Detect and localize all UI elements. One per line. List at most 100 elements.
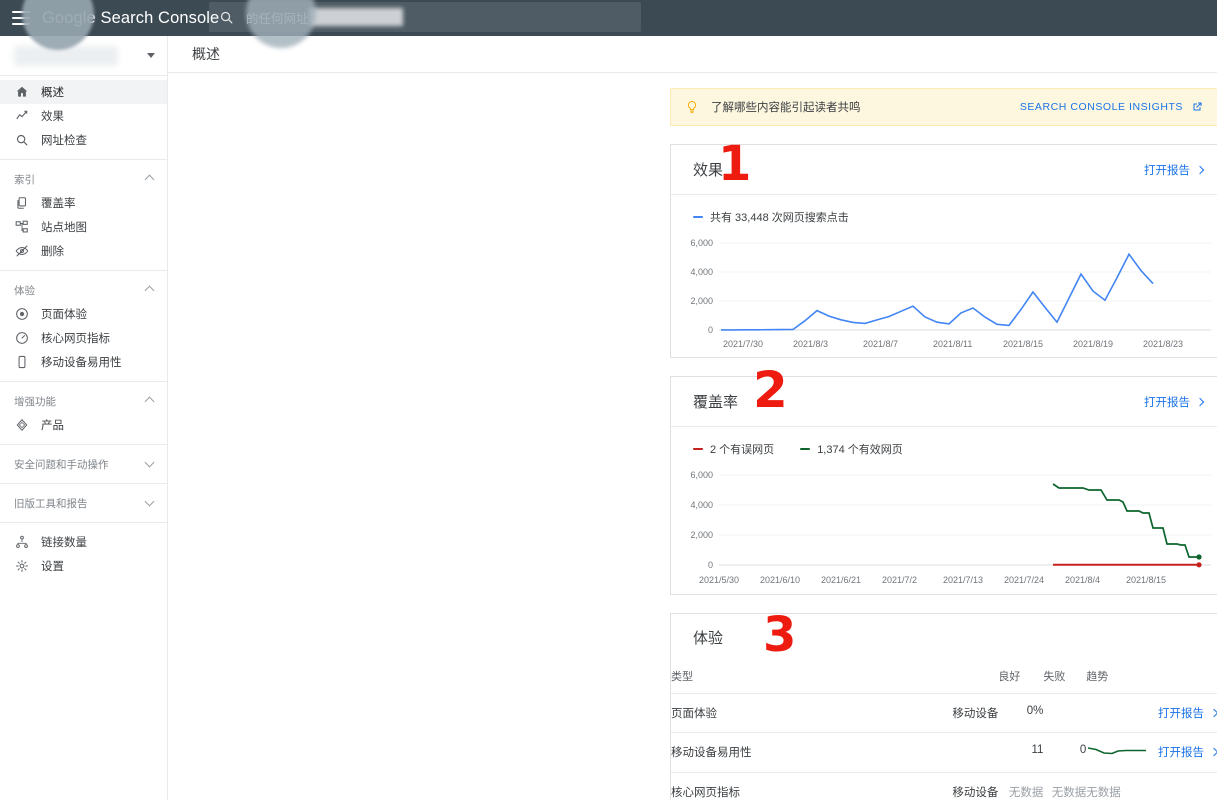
col-action [1158, 660, 1217, 694]
sidebar-group-label: 体验 [14, 284, 35, 297]
performance-card: 效果 打开报告 共有 33,448 次网页搜索点击 6,000 4,000 2,… [670, 144, 1217, 358]
cell-device: 移动设备 桌面 [923, 773, 998, 800]
sidebar-divider [0, 444, 167, 445]
hamburger-icon[interactable] [12, 11, 30, 25]
sidebar-item-removals[interactable]: 删除 [0, 239, 167, 263]
links-icon [14, 534, 30, 550]
mobile-usability-sparkline [1088, 747, 1147, 755]
svg-text:2021/8/15: 2021/8/15 [1126, 575, 1166, 585]
cell-trend [1086, 693, 1158, 733]
chevron-up-icon [144, 174, 155, 185]
cell-action: 打开报告 [1158, 732, 1217, 773]
open-report-label: 打开报告 [1158, 708, 1204, 720]
svg-text:2021/8/15: 2021/8/15 [1003, 339, 1043, 349]
sidebar-item-products[interactable]: 产品 [0, 413, 167, 437]
svg-text:2021/7/13: 2021/7/13 [943, 575, 983, 585]
legend-valid-pages[interactable]: 1,374 个有效网页 [800, 441, 903, 457]
chevron-right-icon [1209, 747, 1217, 757]
cell-fail [1043, 693, 1087, 733]
gear-icon [14, 558, 30, 574]
search-console-insights-link[interactable]: SEARCH CONSOLE INSIGHTS [1020, 101, 1203, 113]
cell-trend-mobile: 无数据 [1086, 787, 1121, 799]
app-brand: Google Search Console [42, 9, 219, 28]
sidebar-divider [0, 522, 167, 523]
top-app-bar: Google Search Console 的任何网址 [0, 0, 1217, 36]
legend-error-pages[interactable]: 2 个有误网页 [693, 441, 774, 457]
open-report-label: 打开报告 [1144, 164, 1190, 177]
svg-text:4,000: 4,000 [690, 267, 713, 277]
redaction-overlay-property [14, 45, 118, 66]
cell-fail-mobile: 无数据 [1051, 787, 1087, 799]
svg-text:2021/6/21: 2021/6/21 [821, 575, 861, 585]
sidebar-item-url-inspection[interactable]: 网址检查 [0, 128, 167, 152]
svg-text:4,000: 4,000 [690, 500, 713, 510]
sidebar-item-core-web-vitals[interactable]: 核心网页指标 [0, 326, 167, 350]
cell-fail: 无数据 无数据 [1043, 773, 1087, 800]
sidebar-group-security[interactable]: 安全问题和手动操作 [0, 452, 167, 476]
chevron-up-icon [144, 285, 155, 296]
cell-trend [1086, 732, 1158, 773]
coverage-open-report-link[interactable]: 打开报告 [1144, 394, 1205, 410]
experience-card: 体验 类型 良好 失败 趋势 页面体验 移动设备 0% 打开报告 移动设备易用性… [670, 613, 1217, 800]
sidebar-item-links[interactable]: 链接数量 [0, 530, 167, 554]
insights-banner-text: 了解哪些内容能引起读者共鸣 [711, 102, 861, 114]
cell-type: 页面体验 [671, 693, 923, 733]
sidebar-group-experience[interactable]: 体验 [0, 278, 167, 302]
app-root: Google Search Console 的任何网址 概述 效果 网址检查 索… [0, 0, 1217, 800]
sidebar-group-legacy[interactable]: 旧版工具和报告 [0, 491, 167, 515]
sidebar-item-settings[interactable]: 设置 [0, 554, 167, 578]
cell-type: 移动设备易用性 [671, 732, 923, 773]
sidebar-item-page-experience[interactable]: 页面体验 [0, 302, 167, 326]
performance-chart: 6,000 4,000 2,000 0 2021/7/30 2021/8/3 2… [671, 227, 1217, 357]
cell-fail: 0 [1043, 732, 1087, 773]
sidebar-group-label: 旧版工具和报告 [14, 497, 88, 510]
svg-text:6,000: 6,000 [690, 470, 713, 480]
col-good: 良好 [998, 660, 1044, 694]
sidebar-item-mobile-usability[interactable]: 移动设备易用性 [0, 350, 167, 374]
sidebar-group-index[interactable]: 索引 [0, 167, 167, 191]
sidebar-item-coverage[interactable]: 覆盖率 [0, 191, 167, 215]
performance-open-report-link[interactable]: 打开报告 [1144, 162, 1205, 178]
table-row: 核心网页指标 移动设备 桌面 无数据 无数据 无数据 无数 [671, 773, 1217, 800]
sidebar: 概述 效果 网址检查 索引 覆盖率 站点地图 删除 体验 页面体验 核心网页指标… [0, 36, 168, 800]
svg-text:2021/6/10: 2021/6/10 [760, 575, 800, 585]
cell-good: 无数据 无数据 [998, 773, 1044, 800]
sidebar-nav: 概述 效果 网址检查 索引 覆盖率 站点地图 删除 体验 页面体验 核心网页指标… [0, 76, 167, 578]
sidebar-item-performance[interactable]: 效果 [0, 104, 167, 128]
sidebar-item-label: 产品 [41, 420, 64, 432]
sidebar-item-label: 链接数量 [41, 537, 87, 549]
chevron-right-icon [1209, 708, 1217, 718]
open-report-label: 打开报告 [1144, 396, 1190, 409]
svg-text:2021/7/24: 2021/7/24 [1004, 575, 1044, 585]
svg-text:2021/7/30: 2021/7/30 [723, 339, 763, 349]
sidebar-item-label: 网址检查 [41, 135, 87, 147]
coverage-card-title: 覆盖率 [693, 394, 739, 411]
chevron-right-icon [1195, 397, 1205, 406]
page-experience-open-report-link[interactable]: 打开报告 [1158, 705, 1217, 721]
svg-text:0: 0 [708, 325, 713, 335]
coverage-chart-svg: 6,000 4,000 2,000 0 2021/5/30 2021/6/10 … [690, 470, 1211, 585]
insights-link-label: SEARCH CONSOLE INSIGHTS [1019, 101, 1183, 113]
sidebar-group-enhancements[interactable]: 增强功能 [0, 389, 167, 413]
mobile-usability-open-report-link[interactable]: 打开报告 [1158, 744, 1217, 760]
chevron-down-icon [144, 496, 155, 507]
sidebar-item-label: 删除 [41, 246, 64, 258]
speedometer-icon [14, 330, 30, 346]
diamond-icon [14, 417, 30, 433]
svg-text:2,000: 2,000 [690, 530, 713, 540]
search-input[interactable]: 的任何网址 [209, 2, 641, 32]
eye-off-icon [14, 243, 30, 259]
cell-good: 11 [998, 732, 1044, 773]
chevron-down-icon [144, 457, 155, 468]
legend-clicks[interactable]: 共有 33,448 次网页搜索点击 [693, 209, 849, 225]
sidebar-item-sitemaps[interactable]: 站点地图 [0, 215, 167, 239]
sidebar-item-label: 效果 [41, 111, 64, 123]
sidebar-item-overview[interactable]: 概述 [0, 80, 167, 104]
property-selector[interactable] [0, 36, 167, 76]
experience-card-header: 体验 [671, 614, 1217, 660]
legend-color-swatch [693, 215, 703, 219]
search-icon [219, 10, 234, 25]
svg-text:2021/5/30: 2021/5/30 [699, 575, 739, 585]
content-header: 概述 [168, 36, 1217, 73]
brand-google: Google [42, 8, 96, 27]
